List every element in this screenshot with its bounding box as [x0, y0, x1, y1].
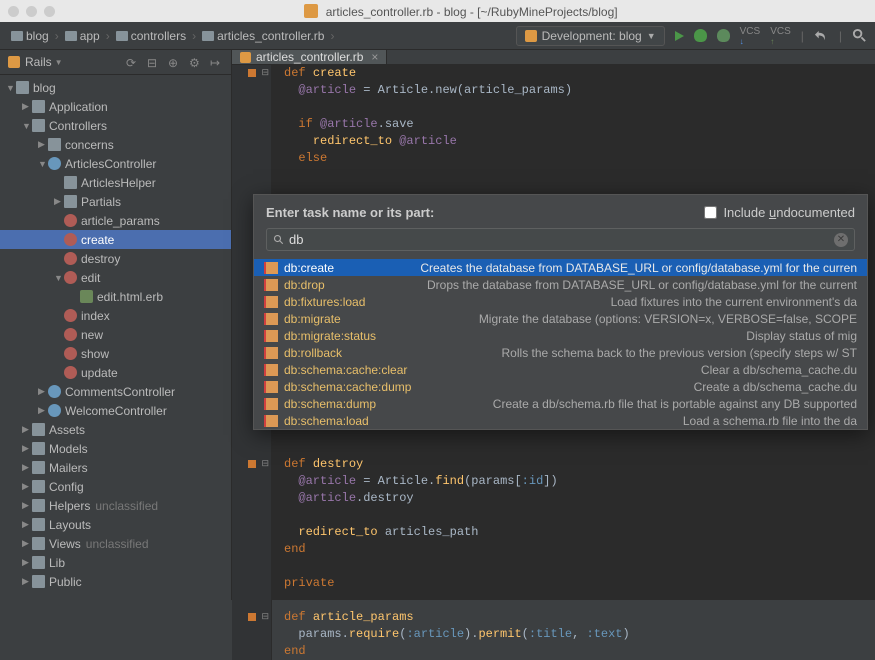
run-config-label: Development: blog — [542, 29, 642, 43]
collapse-icon[interactable]: ⊟ — [147, 56, 160, 69]
sidebar-title: Rails — [25, 55, 52, 69]
search-button[interactable] — [852, 28, 867, 43]
tree-node[interactable]: show — [0, 344, 231, 363]
breadcrumb-item[interactable]: app — [62, 29, 103, 43]
popup-label: Enter task name or its part: — [266, 205, 434, 220]
refresh-icon[interactable]: ⟳ — [126, 56, 139, 69]
tree-node[interactable]: ▶Mailers — [0, 458, 231, 477]
tree-node[interactable]: ▶Application — [0, 97, 231, 116]
rake-task-icon — [264, 415, 278, 427]
tab-label: articles_controller.rb — [256, 50, 363, 64]
tree-node[interactable]: create — [0, 230, 231, 249]
breadcrumb[interactable]: blog›app›controllers›articles_controller… — [8, 29, 337, 43]
tree-node[interactable]: ▶Layouts — [0, 515, 231, 534]
tree-node[interactable]: ▶Public — [0, 572, 231, 591]
tree-node[interactable]: destroy — [0, 249, 231, 268]
ruby-file-icon — [240, 52, 251, 63]
task-item[interactable]: db:fixtures:loadLoad fixtures into the c… — [254, 293, 867, 310]
task-item[interactable]: db:migrateMigrate the database (options:… — [254, 310, 867, 327]
include-undocumented-checkbox[interactable]: Include undocumented — [704, 205, 855, 220]
breadcrumb-item[interactable]: articles_controller.rb — [199, 29, 327, 43]
search-icon — [273, 234, 285, 246]
tree-node[interactable]: ▶Config — [0, 477, 231, 496]
task-item[interactable]: db:schema:cache:dumpCreate a db/schema_c… — [254, 378, 867, 395]
target-icon[interactable]: ⊕ — [168, 56, 181, 69]
tree-node[interactable]: ▶Lib — [0, 553, 231, 572]
tree-node[interactable]: ▶CommentsController — [0, 382, 231, 401]
tree-node[interactable]: ▼blog — [0, 78, 231, 97]
close-tab-icon[interactable]: × — [371, 50, 378, 64]
titlebar: articles_controller.rb - blog - [~/RubyM… — [0, 0, 875, 22]
task-item[interactable]: db:dropDrops the database from DATABASE_… — [254, 276, 867, 293]
tree-node[interactable]: ▶Helpersunclassified — [0, 496, 231, 515]
tree-node[interactable]: ▶concerns — [0, 135, 231, 154]
rake-task-icon — [264, 364, 278, 376]
task-search-field[interactable]: ✕ — [266, 228, 855, 251]
task-list[interactable]: db:createCreates the database from DATAB… — [254, 259, 867, 429]
debug-button[interactable] — [694, 29, 707, 42]
tree-node[interactable]: edit.html.erb — [0, 287, 231, 306]
rake-task-icon — [264, 296, 278, 308]
sidebar-header: Rails ▼ ⟳ ⊟ ⊕ ⚙ ↦ — [0, 50, 231, 75]
rake-task-icon — [264, 279, 278, 291]
task-item[interactable]: db:schema:loadLoad a schema.rb file into… — [254, 412, 867, 429]
tree-node[interactable]: ▶Models — [0, 439, 231, 458]
checkbox-label: Include undocumented — [723, 205, 855, 220]
tree-node[interactable]: ▶WelcomeController — [0, 401, 231, 420]
chevron-down-icon: ▼ — [647, 31, 656, 41]
ruby-file-icon — [304, 4, 318, 18]
tree-node[interactable]: ▼ArticlesController — [0, 154, 231, 173]
chevron-down-icon[interactable]: ▼ — [55, 58, 63, 67]
tree-node[interactable]: update — [0, 363, 231, 382]
task-item[interactable]: db:schema:dumpCreate a db/schema.rb file… — [254, 395, 867, 412]
task-item[interactable]: db:migrate:statusDisplay status of mig — [254, 327, 867, 344]
undo-button[interactable] — [814, 28, 829, 43]
rake-task-icon — [264, 347, 278, 359]
task-item[interactable]: db:rollbackRolls the schema back to the … — [254, 344, 867, 361]
close-icon[interactable] — [8, 6, 19, 17]
zoom-icon[interactable] — [44, 6, 55, 17]
tree-node[interactable]: new — [0, 325, 231, 344]
tree-node[interactable]: index — [0, 306, 231, 325]
rake-task-icon — [264, 398, 278, 410]
tree-node[interactable]: ArticlesHelper — [0, 173, 231, 192]
task-item[interactable]: db:schema:cache:clearClear a db/schema_c… — [254, 361, 867, 378]
rake-task-icon — [264, 381, 278, 393]
task-search-input[interactable] — [289, 232, 834, 247]
tree-node[interactable]: ▼edit — [0, 268, 231, 287]
tree-node[interactable]: ▶Viewsunclassified — [0, 534, 231, 553]
tree-node[interactable]: article_params — [0, 211, 231, 230]
minimize-icon[interactable] — [26, 6, 37, 17]
run-configuration-dropdown[interactable]: Development: blog ▼ — [516, 26, 665, 46]
run-task-popup: Enter task name or its part: Include und… — [253, 194, 868, 430]
breadcrumb-item[interactable]: controllers — [113, 29, 189, 43]
breadcrumb-item[interactable]: blog — [8, 29, 52, 43]
rake-task-icon — [264, 330, 278, 342]
vcs-commit-button[interactable]: VCS↑ — [770, 26, 791, 46]
tree-node[interactable]: ▶Assets — [0, 420, 231, 439]
editor-tabs: articles_controller.rb × — [232, 50, 875, 65]
coverage-button[interactable] — [717, 29, 730, 42]
rake-task-icon — [264, 262, 278, 274]
tree-node[interactable]: ▼Controllers — [0, 116, 231, 135]
hide-icon[interactable]: ↦ — [210, 56, 223, 69]
vcs-update-button[interactable]: VCS↓ — [740, 26, 761, 46]
tree-node[interactable]: ▶Partials — [0, 192, 231, 211]
rails-icon — [525, 30, 537, 42]
window-title: articles_controller.rb - blog - [~/RubyM… — [55, 4, 867, 19]
navigation-bar: blog›app›controllers›articles_controller… — [0, 22, 875, 50]
gear-icon[interactable]: ⚙ — [189, 56, 202, 69]
editor-tab[interactable]: articles_controller.rb × — [232, 50, 387, 64]
project-sidebar: Rails ▼ ⟳ ⊟ ⊕ ⚙ ↦ ▼blog▶Application▼Cont… — [0, 50, 232, 600]
clear-icon[interactable]: ✕ — [834, 233, 848, 247]
rails-icon — [8, 56, 20, 68]
rake-task-icon — [264, 313, 278, 325]
run-button[interactable] — [675, 31, 684, 41]
window-controls[interactable] — [8, 6, 55, 17]
task-item[interactable]: db:createCreates the database from DATAB… — [254, 259, 867, 276]
project-tree[interactable]: ▼blog▶Application▼Controllers▶concerns▼A… — [0, 75, 231, 600]
